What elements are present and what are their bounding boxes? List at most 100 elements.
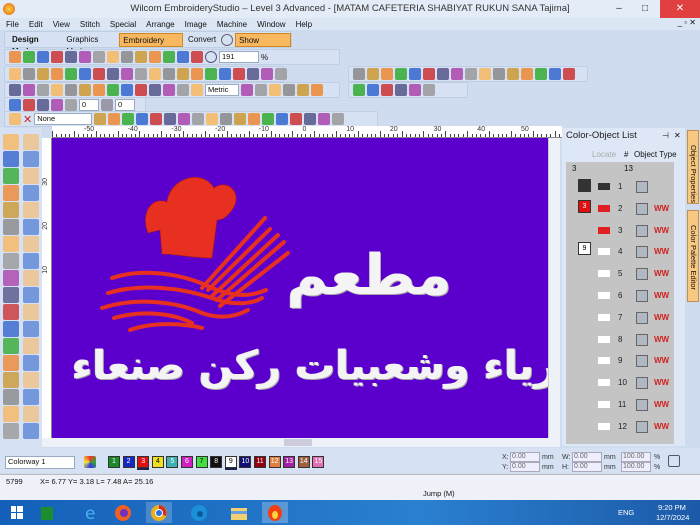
tool-icon[interactable]	[353, 68, 365, 80]
object-row[interactable]: 6 WW	[566, 286, 669, 306]
connect-icon[interactable]	[136, 113, 149, 125]
preview-icon[interactable]	[93, 51, 105, 63]
rotate-icon[interactable]	[65, 99, 77, 111]
units-select[interactable]: Metric	[205, 84, 239, 96]
object-row[interactable]: 12 WW	[566, 417, 669, 437]
object-row[interactable]: 11 WW	[566, 395, 669, 415]
trace-tool-icon[interactable]	[3, 321, 19, 337]
tool-icon[interactable]	[409, 68, 421, 80]
run-icon[interactable]	[135, 68, 147, 80]
pattern-icon[interactable]	[332, 113, 345, 125]
color-swatch-15[interactable]: 15	[312, 456, 325, 468]
mirror-x-icon[interactable]	[9, 99, 21, 111]
menu-file[interactable]: File	[6, 20, 19, 29]
tool-13-icon[interactable]	[23, 338, 39, 354]
hoop-icon[interactable]	[79, 84, 91, 96]
language-indicator[interactable]: ENG	[618, 508, 634, 517]
tatami-icon[interactable]	[9, 68, 21, 80]
lettering-icon[interactable]	[247, 68, 259, 80]
grid-view-icon[interactable]	[255, 84, 267, 96]
shape-icon[interactable]	[9, 84, 21, 96]
ruler-icon[interactable]	[191, 84, 203, 96]
menu-image[interactable]: Image	[185, 20, 207, 29]
tool-1-icon[interactable]	[23, 134, 39, 150]
pen-tool-icon[interactable]	[3, 168, 19, 184]
color-swatch-2[interactable]: 2	[122, 456, 135, 468]
monogram-tool-icon[interactable]	[3, 304, 19, 320]
seq3-icon[interactable]	[381, 84, 393, 96]
tool-17-icon[interactable]	[23, 406, 39, 422]
person-icon[interactable]	[262, 113, 275, 125]
color-swatch-7[interactable]: 7	[195, 456, 208, 468]
color-swatch-8[interactable]: 8	[210, 456, 223, 468]
tool-icon[interactable]	[465, 68, 477, 80]
measure-tool-icon[interactable]	[3, 253, 19, 269]
scale-y-field[interactable]: 100.00	[621, 462, 651, 472]
globe-icon[interactable]	[163, 84, 175, 96]
color-swatch-9[interactable]: 9	[224, 456, 237, 468]
object-row[interactable]: 7 WW	[566, 308, 669, 328]
select-tool-icon[interactable]	[3, 134, 19, 150]
object-row[interactable]: 3 WW	[566, 221, 669, 241]
tool-7-icon[interactable]	[23, 236, 39, 252]
weld-icon[interactable]	[192, 113, 205, 125]
needle-icon[interactable]	[297, 84, 309, 96]
start-icon[interactable]	[4, 502, 30, 523]
clock-date[interactable]: 12/7/2024	[656, 513, 689, 522]
table-icon[interactable]	[93, 84, 105, 96]
color-swatch-4[interactable]: 4	[151, 456, 164, 468]
show-objects-icon[interactable]	[269, 84, 281, 96]
palette-icon[interactable]	[84, 456, 96, 468]
tool-12-icon[interactable]	[23, 321, 39, 337]
rotate-r-icon[interactable]	[51, 99, 63, 111]
color-swatch-13[interactable]: 13	[283, 456, 296, 468]
picture-icon[interactable]	[107, 84, 119, 96]
tool-2-icon[interactable]	[23, 151, 39, 167]
tool-11-icon[interactable]	[23, 304, 39, 320]
shape-tool-icon[interactable]	[3, 389, 19, 405]
pliers-icon[interactable]	[248, 113, 261, 125]
menu-stitch[interactable]: Stitch	[80, 20, 100, 29]
circle-icon[interactable]	[149, 84, 161, 96]
color-icon[interactable]	[121, 84, 133, 96]
lock-proportions-icon[interactable]	[668, 455, 680, 467]
trim-icon[interactable]	[149, 68, 161, 80]
undo-icon[interactable]	[177, 51, 189, 63]
knife-tool-icon[interactable]	[3, 236, 19, 252]
thread-select[interactable]: None	[34, 113, 93, 125]
tool-8-icon[interactable]	[23, 253, 39, 269]
color-swatch-11[interactable]: 11	[254, 456, 266, 468]
tool-icon[interactable]	[493, 68, 505, 80]
menu-arrange[interactable]: Arrange	[146, 20, 174, 29]
print-icon[interactable]	[65, 51, 77, 63]
square-tool-icon[interactable]	[3, 355, 19, 371]
open-icon[interactable]	[23, 51, 35, 63]
y-field[interactable]: 0.00	[510, 462, 540, 472]
triangle-icon[interactable]	[191, 68, 203, 80]
locate-button[interactable]: Locate	[592, 150, 616, 159]
maximize-button[interactable]: □	[632, 0, 658, 18]
print-preview-icon[interactable]	[79, 51, 91, 63]
grid-icon[interactable]	[65, 84, 77, 96]
redo-icon[interactable]	[191, 51, 203, 63]
menu-help[interactable]: Help	[296, 20, 312, 29]
scissors-icon[interactable]	[304, 113, 317, 125]
convert-button[interactable]: Convert	[185, 33, 219, 47]
show-graphics-button[interactable]: Show Graphics	[235, 32, 291, 57]
measure-icon[interactable]	[177, 84, 189, 96]
lock-icon[interactable]	[163, 68, 175, 80]
cut-icon[interactable]	[135, 51, 147, 63]
object-properties-tab[interactable]: Object Properties	[687, 130, 699, 204]
design-canvas[interactable]: مطعم كفتيرياء وشعبيات ركن صنعاء	[52, 138, 548, 438]
tool-icon[interactable]	[437, 68, 449, 80]
rotate-l-icon[interactable]	[37, 99, 49, 111]
emboss-icon[interactable]	[275, 68, 287, 80]
travel-tool-icon[interactable]	[3, 202, 19, 218]
arrow-icon[interactable]	[276, 113, 289, 125]
monogram-icon[interactable]	[219, 68, 231, 80]
menu-window[interactable]: Window	[257, 20, 285, 29]
checkbox-icon[interactable]	[395, 84, 407, 96]
color-group-swatch[interactable]: 9	[578, 242, 591, 255]
lettering-tool-icon[interactable]	[3, 287, 19, 303]
tool-icon[interactable]	[423, 68, 435, 80]
